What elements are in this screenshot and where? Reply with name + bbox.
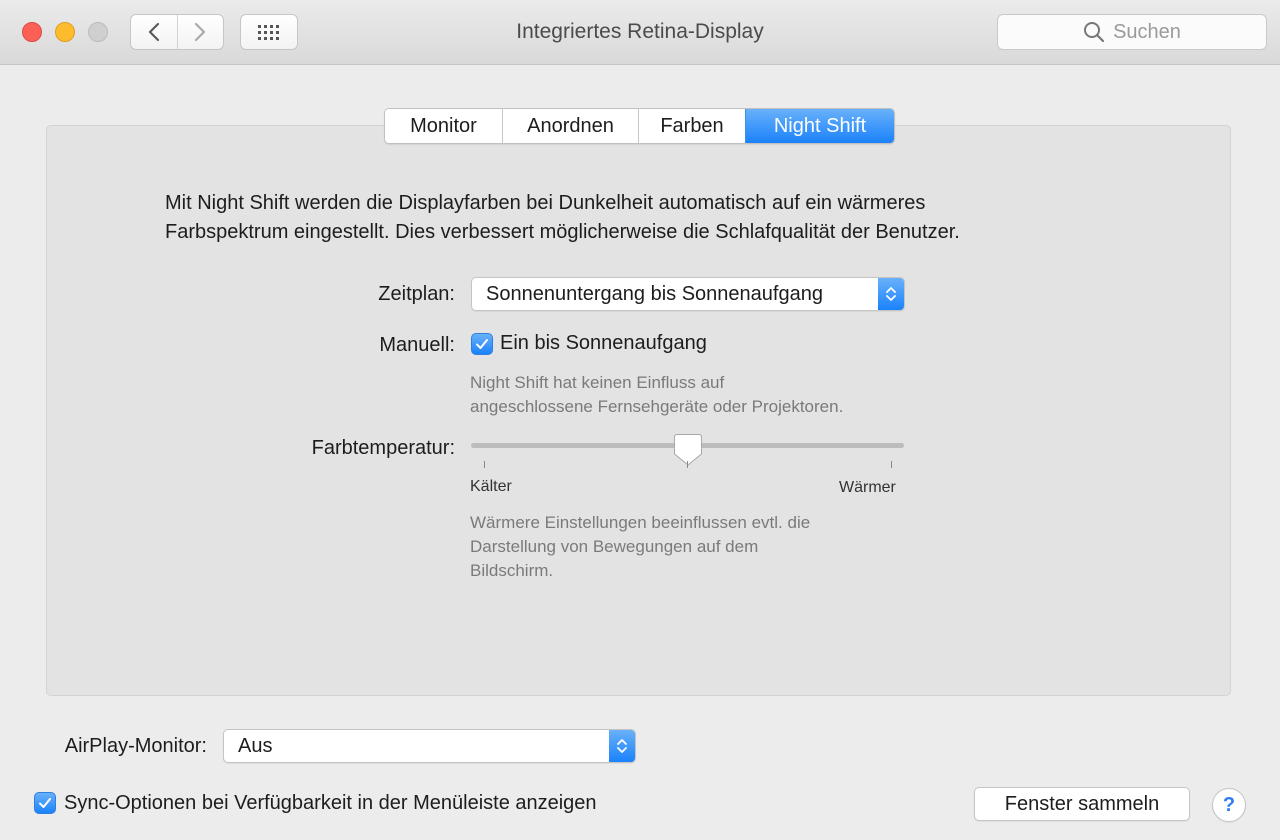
description-line: Mit Night Shift werden die Displayfarben… — [165, 192, 926, 214]
manual-checkbox-label[interactable]: Ein bis Sonnenaufgang — [500, 332, 707, 355]
airplay-value: Aus — [238, 735, 273, 757]
back-button[interactable] — [131, 15, 177, 49]
system-preferences-window: Integriertes Retina-Display Suchen Monit… — [0, 0, 1280, 840]
slider-tick — [687, 461, 688, 468]
sync-options-checkbox[interactable] — [34, 792, 56, 814]
window-title: Integriertes Retina-Display — [516, 20, 764, 43]
schedule-label: Zeitplan: — [378, 283, 455, 305]
forward-arrow-icon — [195, 22, 206, 42]
night-shift-description: Mit Night Shift werden die Displayfarben… — [165, 189, 1125, 247]
checkmark-icon — [476, 339, 488, 349]
slider-tick — [484, 461, 485, 468]
temperature-max-label: Wärmer — [839, 479, 896, 496]
forward-button[interactable] — [176, 15, 224, 49]
manual-note: Night Shift hat keinen Einfluss auf ange… — [470, 371, 843, 419]
select-arrows-icon — [878, 278, 904, 310]
show-all-button[interactable] — [240, 14, 298, 50]
search-field[interactable]: Suchen — [997, 14, 1267, 50]
temperature-label: Farbtemperatur: — [311, 437, 455, 459]
description-line: Farbspektrum eingestellt. Dies verbesser… — [165, 221, 960, 243]
schedule-value: Sonnenuntergang bis Sonnenaufgang — [486, 283, 823, 305]
gather-windows-button[interactable]: Fenster sammeln — [974, 787, 1190, 821]
airplay-label: AirPlay-Monitor: — [64, 735, 207, 757]
minimize-window-button[interactable] — [55, 22, 75, 42]
title-bar: Integriertes Retina-Display Suchen — [0, 0, 1280, 65]
tab-night-shift[interactable]: Night Shift — [745, 109, 894, 143]
maximize-window-button — [88, 22, 108, 42]
temperature-min-label: Kälter — [470, 478, 512, 495]
tab-bar: Monitor Anordnen Farben Night Shift — [384, 108, 895, 144]
airplay-select[interactable]: Aus — [223, 729, 636, 763]
navigation-buttons — [130, 14, 224, 50]
note-line: angeschlossene Fernsehgeräte oder Projek… — [470, 397, 844, 416]
note-line: Night Shift hat keinen Einfluss auf — [470, 373, 725, 392]
grid-icon — [258, 25, 279, 40]
note-line: Darstellung von Bewegungen auf dem — [470, 537, 759, 556]
search-icon — [1084, 22, 1105, 43]
search-placeholder: Suchen — [1113, 20, 1181, 43]
back-arrow-icon — [148, 22, 159, 42]
tab-farben[interactable]: Farben — [638, 109, 745, 143]
help-button[interactable]: ? — [1212, 788, 1246, 822]
sync-options-label[interactable]: Sync-Optionen bei Verfügbarkeit in der M… — [64, 792, 597, 815]
tab-anordnen[interactable]: Anordnen — [502, 109, 638, 143]
checkmark-icon — [39, 798, 51, 808]
note-line: Wärmere Einstellungen beeinflussen evtl.… — [470, 513, 811, 532]
manual-checkbox[interactable] — [471, 333, 493, 355]
schedule-select[interactable]: Sonnenuntergang bis Sonnenaufgang — [471, 277, 905, 311]
close-window-button[interactable] — [22, 22, 42, 42]
manual-label: Manuell: — [379, 334, 455, 356]
slider-tick — [891, 461, 892, 468]
note-line: Bildschirm. — [470, 561, 554, 580]
tab-monitor[interactable]: Monitor — [385, 109, 502, 143]
temperature-note: Wärmere Einstellungen beeinflussen evtl.… — [470, 511, 810, 583]
select-arrows-icon — [609, 730, 635, 762]
